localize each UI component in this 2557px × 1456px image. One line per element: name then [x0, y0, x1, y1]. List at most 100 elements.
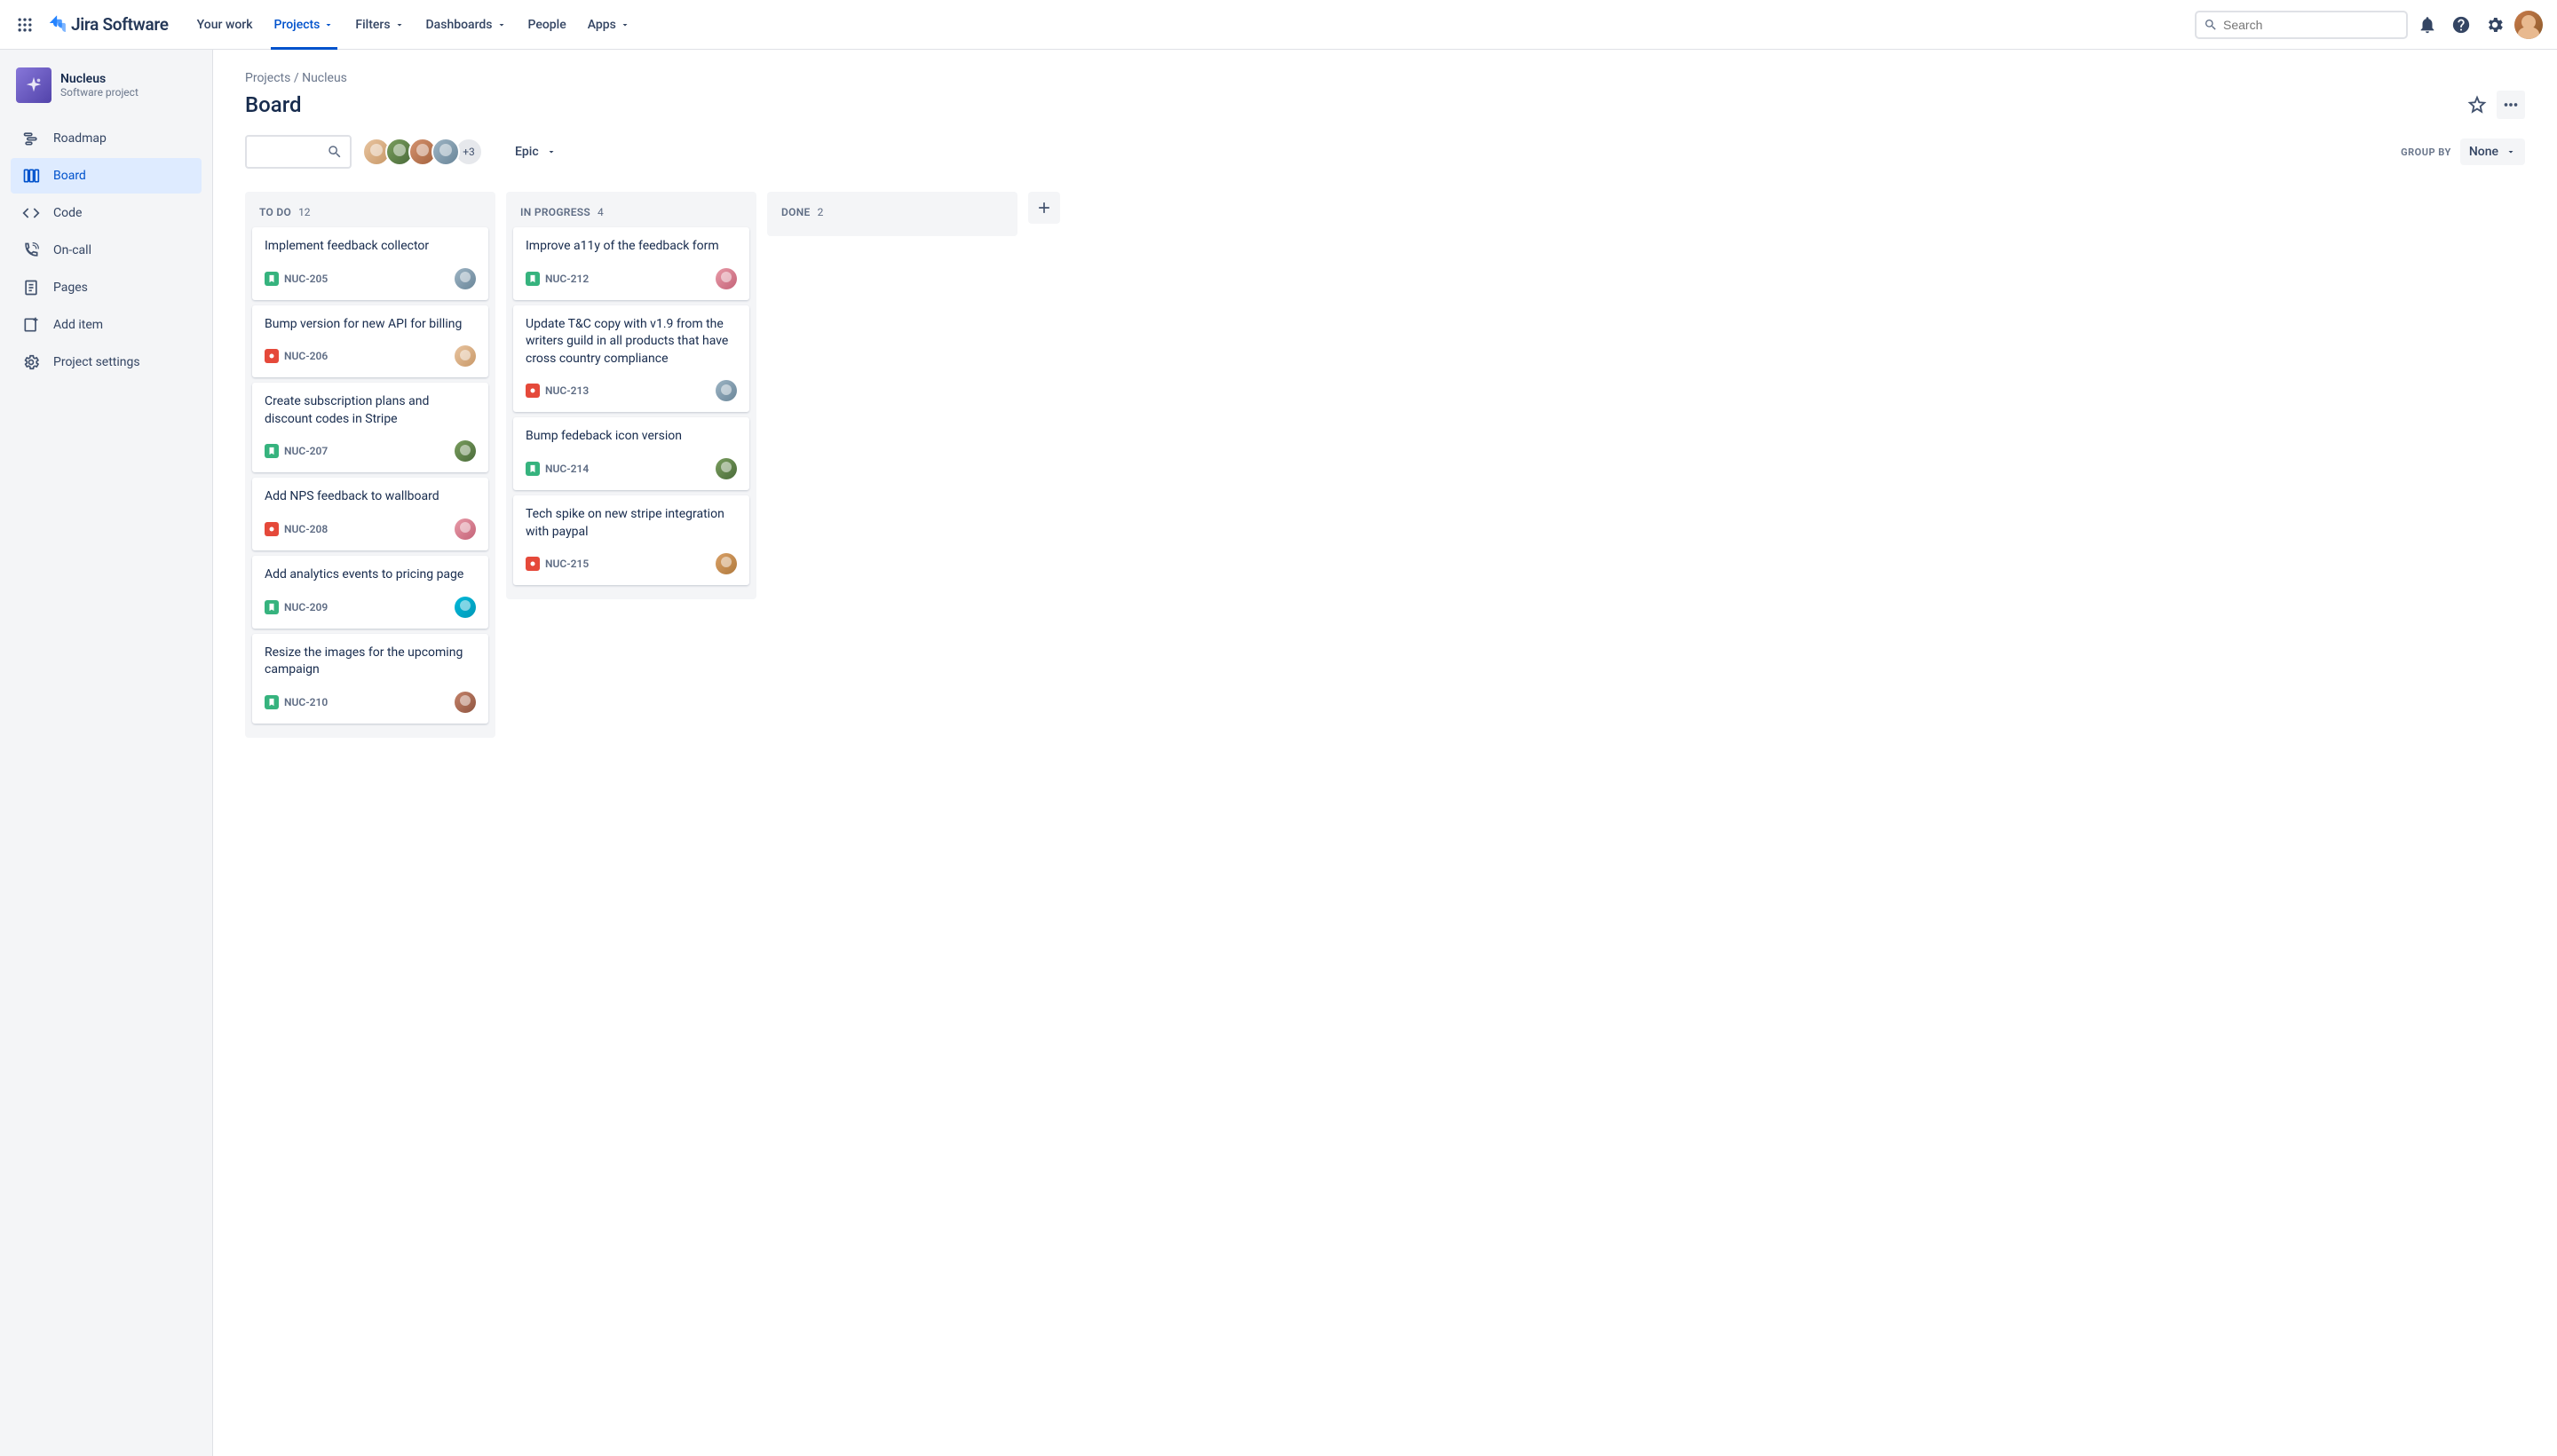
story-icon	[265, 272, 279, 286]
app-switcher-icon[interactable]	[14, 14, 36, 36]
board-icon	[21, 166, 41, 186]
issue-card[interactable]: Add NPS feedback to wallboardNUC-208	[252, 478, 488, 550]
story-icon	[265, 444, 279, 458]
nav-people[interactable]: People	[518, 0, 577, 50]
card-title: Create subscription plans and discount c…	[265, 393, 476, 428]
assignee-avatar[interactable]	[716, 268, 737, 289]
sidebar-item-settings[interactable]: Project settings	[11, 344, 202, 380]
project-icon	[16, 67, 51, 103]
sidebar: Nucleus Software project Roadmap Board C…	[0, 50, 213, 1456]
chevron-down-icon	[620, 20, 630, 30]
issue-key: NUC-215	[545, 558, 589, 570]
column-title: DONE	[781, 206, 811, 218]
card-title: Update T&C copy with v1.9 from the write…	[526, 316, 737, 368]
add-column-button[interactable]	[1028, 192, 1060, 224]
assignee-avatar[interactable]	[455, 268, 476, 289]
sidebar-item-oncall[interactable]: On-call	[11, 233, 202, 268]
help-icon[interactable]	[2447, 11, 2475, 39]
assignee-avatar[interactable]	[455, 692, 476, 713]
sidebar-item-board[interactable]: Board	[11, 158, 202, 194]
assignee-avatar[interactable]	[455, 597, 476, 618]
nav-apps[interactable]: Apps	[577, 0, 641, 50]
roadmap-icon	[21, 129, 41, 148]
search-icon	[2204, 18, 2218, 32]
jira-logo[interactable]: Jira Software	[46, 14, 169, 36]
assignee-avatar[interactable]	[455, 345, 476, 367]
sidebar-item-pages[interactable]: Pages	[11, 270, 202, 305]
issue-card[interactable]: Tech spike on new stripe integration wit…	[513, 495, 749, 585]
assignee-filter-avatar[interactable]	[431, 138, 460, 166]
column-title: IN PROGRESS	[520, 206, 590, 218]
more-actions-button[interactable]	[2497, 91, 2525, 119]
assignee-avatar[interactable]	[716, 380, 737, 401]
nav-filters[interactable]: Filters	[344, 0, 415, 50]
issue-card[interactable]: Update T&C copy with v1.9 from the write…	[513, 305, 749, 413]
bug-icon	[265, 522, 279, 536]
story-icon	[526, 272, 540, 286]
story-icon	[526, 462, 540, 476]
column-inprogress: IN PROGRESS 4 Improve a11y of the feedba…	[506, 192, 756, 599]
group-by-label: GROUP BY	[2401, 146, 2451, 158]
assignee-avatar[interactable]	[716, 458, 737, 479]
issue-card[interactable]: Add analytics events to pricing pageNUC-…	[252, 556, 488, 629]
breadcrumb: Projects / Nucleus	[245, 71, 2525, 85]
column-todo: TO DO 12 Implement feedback collectorNUC…	[245, 192, 495, 738]
star-button[interactable]	[2463, 91, 2491, 119]
issue-key: NUC-205	[284, 273, 328, 285]
column-count: 4	[598, 206, 604, 218]
board-columns: TO DO 12 Implement feedback collectorNUC…	[245, 192, 2525, 738]
card-title: Bump fedeback icon version	[526, 428, 737, 446]
issue-key: NUC-206	[284, 350, 328, 362]
sidebar-item-code[interactable]: Code	[11, 195, 202, 231]
search-input[interactable]	[2223, 18, 2399, 32]
bug-icon	[526, 557, 540, 571]
issue-card[interactable]: Resize the images for the upcoming campa…	[252, 634, 488, 724]
logo-text: Jira Software	[71, 14, 169, 35]
epic-filter[interactable]: Epic	[506, 139, 566, 164]
board-search[interactable]	[245, 135, 352, 169]
story-icon	[265, 600, 279, 614]
nav-dashboards[interactable]: Dashboards	[416, 0, 518, 50]
bug-icon	[526, 384, 540, 398]
assignee-avatar[interactable]	[455, 518, 476, 540]
issue-key: NUC-208	[284, 523, 328, 535]
card-title: Improve a11y of the feedback form	[526, 238, 737, 256]
assignee-avatar[interactable]	[716, 553, 737, 574]
settings-icon[interactable]	[2481, 11, 2509, 39]
card-title: Bump version for new API for billing	[265, 316, 476, 334]
issue-card[interactable]: Implement feedback collector NUC-205	[252, 227, 488, 300]
project-header[interactable]: Nucleus Software project	[11, 67, 202, 121]
avatar-stack: +3	[362, 138, 483, 166]
nav-your-work[interactable]: Your work	[186, 0, 264, 50]
issue-key: NUC-212	[545, 273, 589, 285]
issue-card[interactable]: Improve a11y of the feedback form NUC-212	[513, 227, 749, 300]
breadcrumb-projects[interactable]: Projects	[245, 71, 290, 85]
group-by-select[interactable]: None	[2460, 138, 2525, 165]
chevron-down-icon	[323, 20, 334, 30]
chevron-down-icon	[394, 20, 405, 30]
issue-key: NUC-207	[284, 445, 328, 457]
bug-icon	[265, 349, 279, 363]
code-icon	[21, 203, 41, 223]
project-name: Nucleus	[60, 72, 139, 86]
card-title: Implement feedback collector	[265, 238, 476, 256]
issue-card[interactable]: Bump fedeback icon versionNUC-214	[513, 417, 749, 490]
issue-card[interactable]: Create subscription plans and discount c…	[252, 383, 488, 472]
nav-projects[interactable]: Projects	[264, 0, 345, 50]
column-done: DONE 2	[767, 192, 1017, 236]
sidebar-item-roadmap[interactable]: Roadmap	[11, 121, 202, 156]
chevron-down-icon	[2506, 146, 2516, 157]
page-title: Board	[245, 92, 302, 117]
issue-card[interactable]: Bump version for new API for billing NUC-…	[252, 305, 488, 378]
issue-key: NUC-210	[284, 696, 328, 708]
card-title: Tech spike on new stripe integration wit…	[526, 506, 737, 541]
assignee-avatar[interactable]	[455, 440, 476, 462]
notifications-icon[interactable]	[2413, 11, 2442, 39]
oncall-icon	[21, 241, 41, 260]
breadcrumb-current[interactable]: Nucleus	[302, 71, 347, 85]
top-nav: Jira Software Your work Projects Filters…	[0, 0, 2557, 50]
profile-avatar[interactable]	[2514, 11, 2543, 39]
global-search[interactable]	[2195, 11, 2408, 39]
card-title: Add analytics events to pricing page	[265, 566, 476, 584]
sidebar-item-add[interactable]: Add item	[11, 307, 202, 343]
